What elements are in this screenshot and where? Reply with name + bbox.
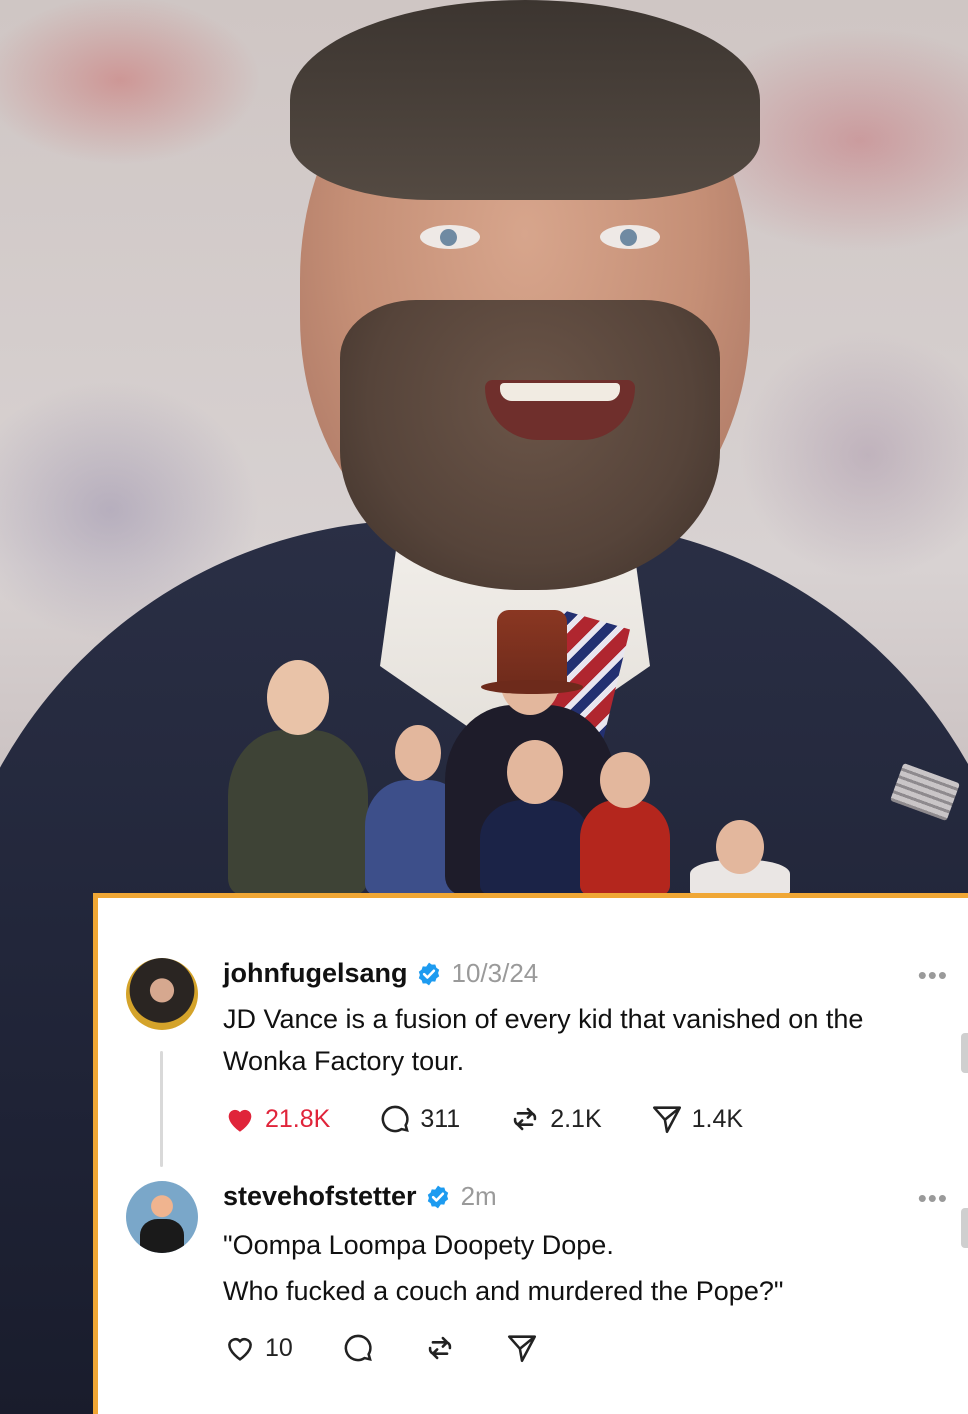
verified-badge-icon (427, 1185, 448, 1208)
kid-figure (580, 752, 670, 895)
heart-filled-icon (228, 1109, 252, 1132)
left-eye (420, 225, 480, 249)
post-header: johnfugelsang 10/3/24 (223, 958, 538, 989)
kid-figure (228, 660, 368, 895)
repost-icon (514, 1107, 537, 1131)
verified-badge-icon (418, 962, 439, 985)
post-time: 10/3/24 (451, 958, 539, 988)
teeth (500, 383, 620, 401)
repost-button[interactable] (423, 1331, 457, 1365)
heart-icon (228, 1338, 252, 1361)
send-icon (507, 1335, 536, 1363)
post-text-line: JD Vance is a fusion of every kid that v… (223, 1004, 864, 1034)
right-eye (600, 225, 660, 249)
post-text-line: Wonka Factory tour. (223, 1046, 465, 1076)
repost-icon (428, 1336, 452, 1360)
like-count: 10 (265, 1333, 293, 1362)
kid-figure (690, 820, 790, 895)
top-hat (481, 610, 583, 694)
beard (340, 300, 720, 590)
kid-figure (480, 740, 590, 895)
post-actions: 21.8K 311 2.1K 1.4K (223, 1102, 791, 1136)
thread-line (160, 1051, 163, 1167)
repost-count: 2.1K (550, 1104, 602, 1133)
more-options-icon[interactable]: ••• (918, 960, 948, 991)
send-icon (652, 1106, 681, 1134)
share-count: 1.4K (691, 1104, 744, 1133)
repost-button[interactable]: 2.1K (508, 1102, 602, 1136)
post-text-line: Who fucked a couch and murdered the Pope… (223, 1276, 784, 1306)
avatar[interactable] (126, 958, 198, 1030)
hair (290, 0, 760, 200)
username[interactable]: stevehofstetter (223, 1181, 417, 1212)
share-button[interactable]: 1.4K (650, 1102, 743, 1136)
more-options-icon[interactable]: ••• (918, 1183, 948, 1214)
post-text-line: "Oompa Loompa Doopety Dope. (223, 1230, 614, 1260)
share-button[interactable] (505, 1331, 539, 1365)
comment-icon (344, 1334, 372, 1362)
scroll-edge (961, 1208, 968, 1248)
post-header: stevehofstetter 2m (223, 1181, 497, 1212)
username[interactable]: johnfugelsang (223, 958, 408, 989)
post-actions: 10 (223, 1331, 587, 1365)
post-text: JD Vance is a fusion of every kid that v… (223, 998, 958, 1082)
reply-button[interactable]: 311 (378, 1102, 460, 1136)
like-button[interactable]: 21.8K (223, 1102, 330, 1136)
post-time: 2m (460, 1181, 497, 1211)
comment-icon (381, 1105, 410, 1133)
post-text: "Oompa Loompa Doopety Dope. Who fucked a… (223, 1224, 958, 1312)
post-card: johnfugelsang 10/3/24 ••• JD Vance is a … (93, 893, 968, 1414)
scroll-edge (961, 1033, 968, 1073)
background-blur (738, 330, 968, 580)
avatar[interactable] (126, 1181, 198, 1253)
like-count: 21.8K (265, 1104, 331, 1133)
reply-count: 311 (420, 1104, 461, 1133)
reply-button[interactable] (341, 1331, 375, 1365)
like-button[interactable]: 10 (223, 1331, 293, 1365)
